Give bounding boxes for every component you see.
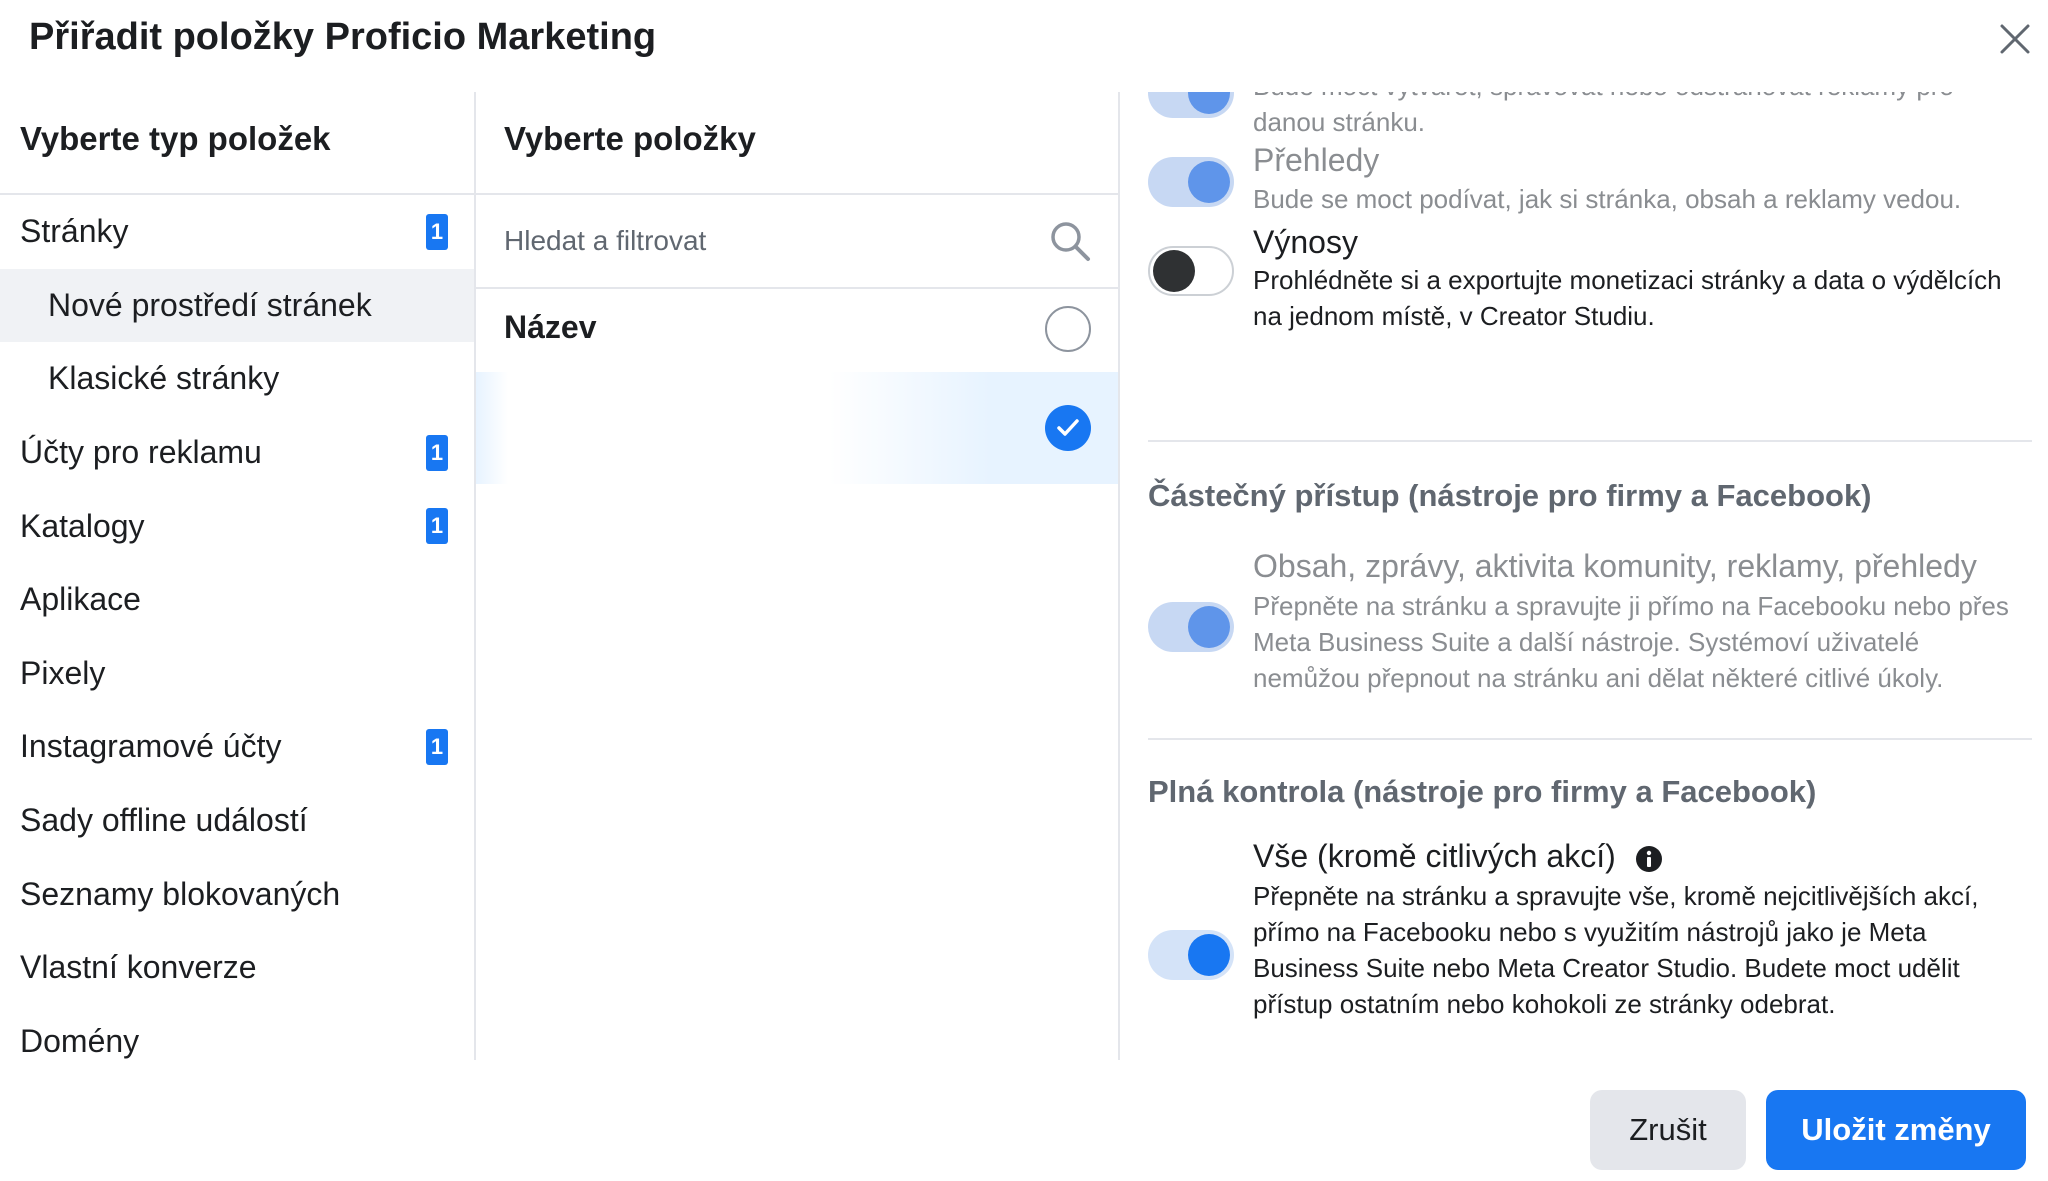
close-icon xyxy=(2000,24,2030,54)
full-control-toggle[interactable] xyxy=(1148,930,1234,980)
asset-type-label: Vlastní konverze xyxy=(20,949,257,986)
asset-type-pages[interactable]: Stránky 1 xyxy=(0,195,474,269)
save-changes-button[interactable]: Uložit změny xyxy=(1766,1090,2026,1170)
check-icon xyxy=(1057,419,1079,436)
asset-type-block-lists[interactable]: Seznamy blokovaných xyxy=(0,857,474,931)
asset-type-domains[interactable]: Domény xyxy=(0,1005,474,1079)
asset-type-label: Stránky xyxy=(20,213,129,250)
asset-type-label: Pixely xyxy=(20,654,106,691)
asset-type-catalogs[interactable]: Katalogy 1 xyxy=(0,489,474,563)
asset-type-label: Instagramové účty xyxy=(20,728,282,765)
asset-type-pixels[interactable]: Pixely xyxy=(0,637,474,711)
select-all-radio[interactable] xyxy=(1045,306,1091,352)
permission-revenue: Výnosy Prohlédněte si a exportujte monet… xyxy=(1120,222,2040,332)
search-row xyxy=(476,195,1118,287)
count-badge: 1 xyxy=(426,728,448,765)
toggle-knob xyxy=(1188,161,1230,203)
cancel-button[interactable]: Zrušit xyxy=(1590,1090,1746,1170)
selected-check[interactable] xyxy=(1045,405,1091,451)
items-column: Vyberte položky Název xyxy=(476,92,1120,1060)
asset-type-label: Klasické stránky xyxy=(48,360,280,397)
permission-title: Vše (kromě citlivých akcí) xyxy=(1253,838,1616,874)
asset-type-offline-event-sets[interactable]: Sady offline událostí xyxy=(0,784,474,858)
asset-type-custom-conversions[interactable]: Vlastní konverze xyxy=(0,931,474,1005)
info-icon[interactable] xyxy=(1635,845,1663,873)
partial-access-toggle[interactable] xyxy=(1148,602,1234,652)
asset-type-apps[interactable]: Aplikace xyxy=(0,563,474,637)
asset-type-label: Účty pro reklamu xyxy=(20,434,262,471)
insights-toggle[interactable] xyxy=(1148,157,1234,207)
search-icon xyxy=(1051,222,1090,261)
asset-type-label: Katalogy xyxy=(20,507,145,544)
toggle-knob xyxy=(1188,934,1230,976)
permission-title: Obsah, zprávy, aktivita komunity, reklam… xyxy=(1253,548,1977,584)
permission-title: Přehledy xyxy=(1253,142,1380,178)
asset-type-new-pages-experience[interactable]: Nové prostředí stránek xyxy=(0,268,474,343)
asset-type-label: Aplikace xyxy=(20,581,141,618)
ads-toggle[interactable] xyxy=(1148,92,1234,118)
count-badge: 1 xyxy=(426,508,448,545)
permission-desc: Bude se moct podívat, jak si stránka, ob… xyxy=(1253,184,1962,214)
asset-type-instagram-accounts[interactable]: Instagramové účty 1 xyxy=(0,710,474,784)
assign-assets-dialog: Přiřadit položky Proficio Marketing Vybe… xyxy=(0,0,2048,1181)
dialog-title: Přiřadit položky Proficio Marketing xyxy=(29,16,657,58)
permission-full-control: Vše (kromě citlivých akcí) Přepněte na s… xyxy=(1120,838,2040,1038)
count-badge: 1 xyxy=(426,213,448,250)
asset-type-label: Seznamy blokovaných xyxy=(20,875,341,912)
asset-type-column: Vyberte typ položek Stránky 1 Nové prost… xyxy=(0,92,476,1060)
section-divider xyxy=(1148,440,2032,442)
permission-title-row: Vše (kromě citlivých akcí) xyxy=(1253,838,1663,875)
permission-partial-access: Obsah, zprávy, aktivita komunity, reklam… xyxy=(1120,548,2040,698)
permission-insights: Přehledy Bude se moct podívat, jak si st… xyxy=(1120,140,2040,220)
toggle-knob xyxy=(1153,250,1195,292)
permission-desc: Prohlédněte si a exportujte monetizaci s… xyxy=(1253,265,2002,331)
asset-type-heading: Vyberte typ položek xyxy=(20,120,331,157)
asset-type-ad-accounts[interactable]: Účty pro reklamu 1 xyxy=(0,416,474,490)
full-control-heading: Plná kontrola (nástroje pro firmy a Face… xyxy=(1148,774,1817,809)
permission-desc: Přepněte na stránku a spravujte vše, kro… xyxy=(1253,881,1979,1019)
name-header-label: Název xyxy=(504,309,597,345)
count-badge: 1 xyxy=(426,434,448,471)
close-button[interactable] xyxy=(1990,14,2040,64)
asset-type-label: Domény xyxy=(20,1022,140,1059)
permission-desc: Přepněte na stránku a spravujte ji přímo… xyxy=(1253,591,2009,693)
item-row[interactable] xyxy=(476,372,1118,484)
permissions-column: Bude moct vytvářet, spravovat nebo odstr… xyxy=(1120,92,2048,1060)
partial-access-heading: Částečný přístup (nástroje pro firmy a F… xyxy=(1148,478,1872,513)
permission-desc: Bude moct vytvářet, spravovat nebo odstr… xyxy=(1253,92,1954,137)
revenue-toggle[interactable] xyxy=(1148,246,1234,296)
search-button[interactable] xyxy=(1046,217,1094,265)
asset-type-label: Sady offline událostí xyxy=(20,802,308,839)
search-input[interactable] xyxy=(504,215,1024,267)
name-column-header: Název xyxy=(476,289,1118,369)
asset-type-list: Stránky 1 Nové prostředí stránek Klasick… xyxy=(0,195,474,1078)
toggle-knob xyxy=(1188,92,1230,114)
section-divider xyxy=(1148,738,2032,740)
asset-type-label: Nové prostředí stránek xyxy=(48,286,372,323)
items-heading: Vyberte položky xyxy=(504,120,756,157)
asset-type-classic-pages[interactable]: Klasické stránky xyxy=(0,342,474,416)
permission-title: Výnosy xyxy=(1253,224,1358,260)
toggle-knob xyxy=(1188,606,1230,648)
